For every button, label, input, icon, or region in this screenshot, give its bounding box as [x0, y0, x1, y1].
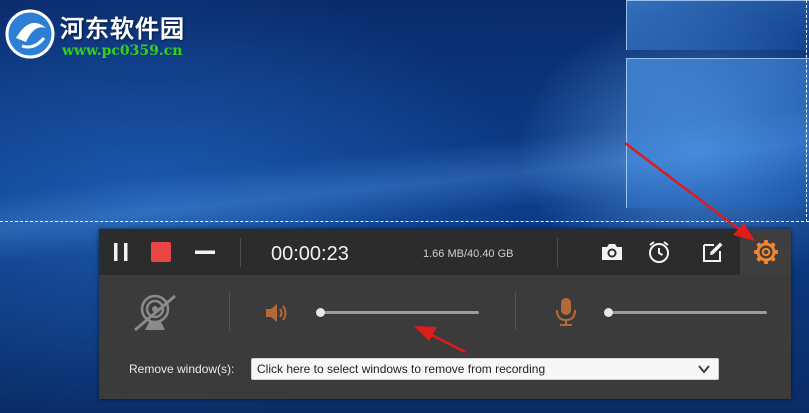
microphone-slider-track: [610, 311, 767, 314]
stop-button[interactable]: [149, 240, 173, 264]
controls-divider: [515, 292, 516, 330]
pause-button[interactable]: [109, 240, 133, 264]
system-sound-slider[interactable]: [316, 307, 479, 319]
toolbar-divider: [557, 238, 558, 267]
chevron-down-icon: [698, 365, 710, 374]
watermark-url: www.pc0359.cn: [62, 43, 183, 59]
file-size-readout: 1.66 MB/40.40 GB: [423, 248, 514, 260]
minimize-icon: [195, 250, 215, 254]
settings-button[interactable]: [740, 229, 791, 275]
toolbar-divider: [240, 238, 241, 267]
edit-button[interactable]: [700, 239, 726, 265]
camera-icon: [602, 244, 622, 260]
microphone-slider[interactable]: [604, 307, 767, 319]
pause-icon: [114, 243, 128, 261]
speaker-icon[interactable]: [264, 302, 290, 324]
system-sound-slider-knob[interactable]: [316, 308, 325, 317]
clock-icon: [649, 241, 669, 263]
recorder-panel: 00:00:23 1.66 MB/40.40 GB Remove window(…: [99, 229, 791, 399]
windows-logo-pane-top: [626, 0, 809, 50]
microphone-slider-knob[interactable]: [604, 308, 613, 317]
watermark-logo: [5, 9, 55, 59]
webcam-toggle-button[interactable]: [131, 292, 179, 332]
watermark-title: 河东软件园: [60, 14, 185, 43]
recording-area-border-bottom: [0, 221, 809, 222]
microphone-icon[interactable]: [555, 297, 577, 327]
remove-window-select-text: Click here to select windows to remove f…: [257, 362, 546, 376]
webcam-off-icon: [134, 294, 176, 332]
schedule-button[interactable]: [646, 239, 672, 265]
windows-logo-pane-bottom: [626, 58, 809, 208]
remove-window-select[interactable]: Click here to select windows to remove f…: [251, 358, 719, 380]
recording-timer: 00:00:23: [271, 243, 349, 265]
system-sound-slider-track: [322, 311, 479, 314]
remove-window-label: Remove window(s):: [129, 362, 235, 376]
edit-icon: [703, 242, 723, 262]
recording-area-border-right: [806, 0, 807, 222]
stop-icon: [151, 242, 171, 262]
controls-divider: [229, 292, 230, 330]
minimize-button[interactable]: [193, 240, 217, 264]
screenshot-button[interactable]: [599, 240, 625, 264]
recorder-toolbar: 00:00:23 1.66 MB/40.40 GB: [99, 229, 791, 275]
gear-icon: [753, 240, 778, 264]
